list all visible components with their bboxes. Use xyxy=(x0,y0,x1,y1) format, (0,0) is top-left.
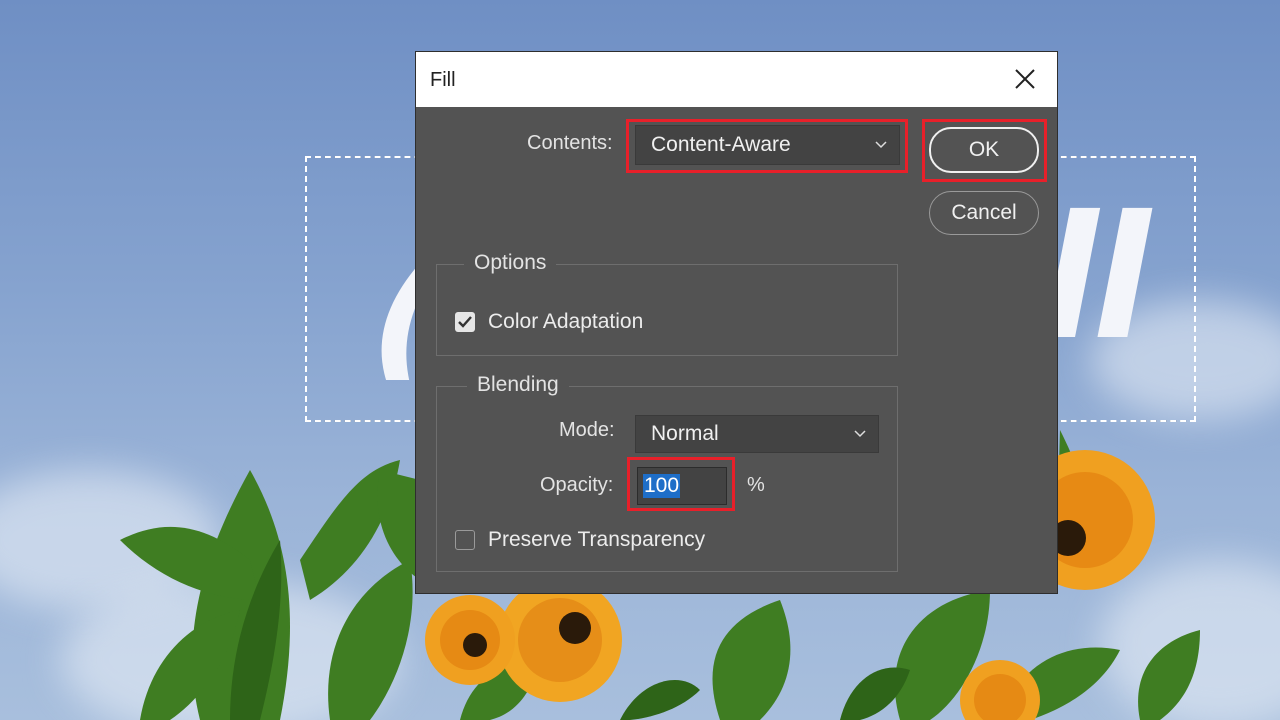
dialog-titlebar: Fill xyxy=(416,52,1057,107)
cancel-button[interactable]: Cancel xyxy=(929,191,1039,235)
mode-select[interactable]: Normal xyxy=(635,415,879,453)
close-icon xyxy=(1015,69,1035,89)
highlight-ok xyxy=(922,119,1047,182)
contents-label: Contents: xyxy=(527,132,613,154)
blending-group: Blending Mode: Normal Opacity: 100 % Pre… xyxy=(436,373,898,572)
highlight-contents xyxy=(626,119,908,173)
fill-dialog: Fill Contents: Content-Aware OK Cancel O… xyxy=(415,51,1058,594)
preserve-transparency-label: Preserve Transparency xyxy=(488,528,706,551)
mode-value: Normal xyxy=(651,422,719,445)
color-adaptation-checkbox[interactable] xyxy=(455,312,475,332)
blending-title: Blending xyxy=(467,373,569,397)
preserve-transparency-checkbox[interactable] xyxy=(455,530,475,550)
close-button[interactable] xyxy=(1011,65,1039,93)
chevron-down-icon xyxy=(854,430,866,438)
options-group: Options Color Adaptation xyxy=(436,251,898,356)
options-title: Options xyxy=(464,251,557,275)
dialog-title: Fill xyxy=(430,69,456,91)
opacity-label: Opacity: xyxy=(540,474,614,496)
checkmark-icon xyxy=(458,316,472,328)
mode-label: Mode: xyxy=(559,419,615,441)
opacity-unit: % xyxy=(747,474,765,496)
color-adaptation-label: Color Adaptation xyxy=(488,310,644,333)
highlight-opacity xyxy=(627,457,735,511)
